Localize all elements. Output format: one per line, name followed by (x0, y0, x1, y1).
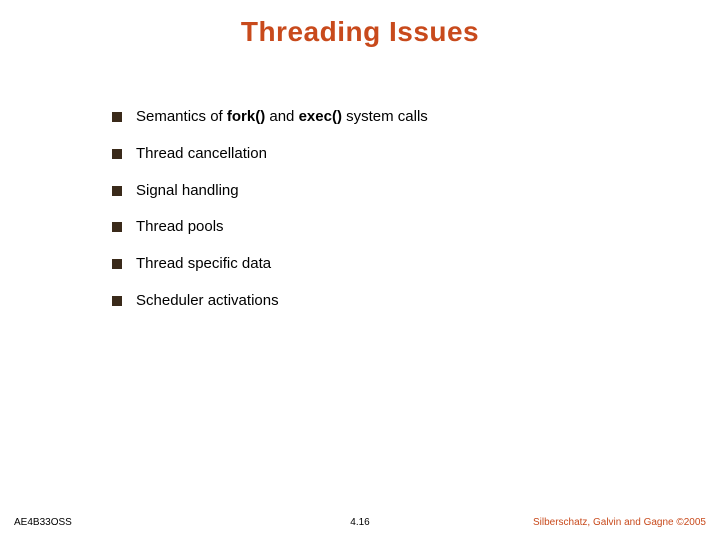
text-fragment: Semantics of (136, 108, 227, 125)
list-item-text: Thread pools (136, 218, 224, 237)
slide-title: Threading Issues (0, 16, 720, 48)
list-item: Semantics of fork() and exec() system ca… (112, 108, 660, 127)
square-bullet-icon (112, 186, 122, 196)
footer-copyright: Silberschatz, Galvin and Gagne ©2005 (533, 517, 706, 528)
text-fragment: and (265, 108, 298, 125)
text-bold: exec() (299, 108, 342, 125)
list-item: Scheduler activations (112, 292, 660, 311)
text-fragment: system calls (342, 108, 428, 125)
square-bullet-icon (112, 222, 122, 232)
square-bullet-icon (112, 259, 122, 269)
list-item-text: Thread specific data (136, 255, 271, 274)
list-item: Signal handling (112, 182, 660, 201)
text-bold: fork() (227, 108, 265, 125)
square-bullet-icon (112, 149, 122, 159)
list-item-text: Scheduler activations (136, 292, 279, 311)
list-item-text: Thread cancellation (136, 145, 267, 164)
list-item-text: Semantics of fork() and exec() system ca… (136, 108, 428, 127)
slide: Threading Issues Semantics of fork() and… (0, 0, 720, 540)
list-item-text: Signal handling (136, 182, 239, 201)
square-bullet-icon (112, 296, 122, 306)
list-item: Thread specific data (112, 255, 660, 274)
list-item: Thread cancellation (112, 145, 660, 164)
square-bullet-icon (112, 112, 122, 122)
content-list: Semantics of fork() and exec() system ca… (112, 108, 660, 329)
list-item: Thread pools (112, 218, 660, 237)
